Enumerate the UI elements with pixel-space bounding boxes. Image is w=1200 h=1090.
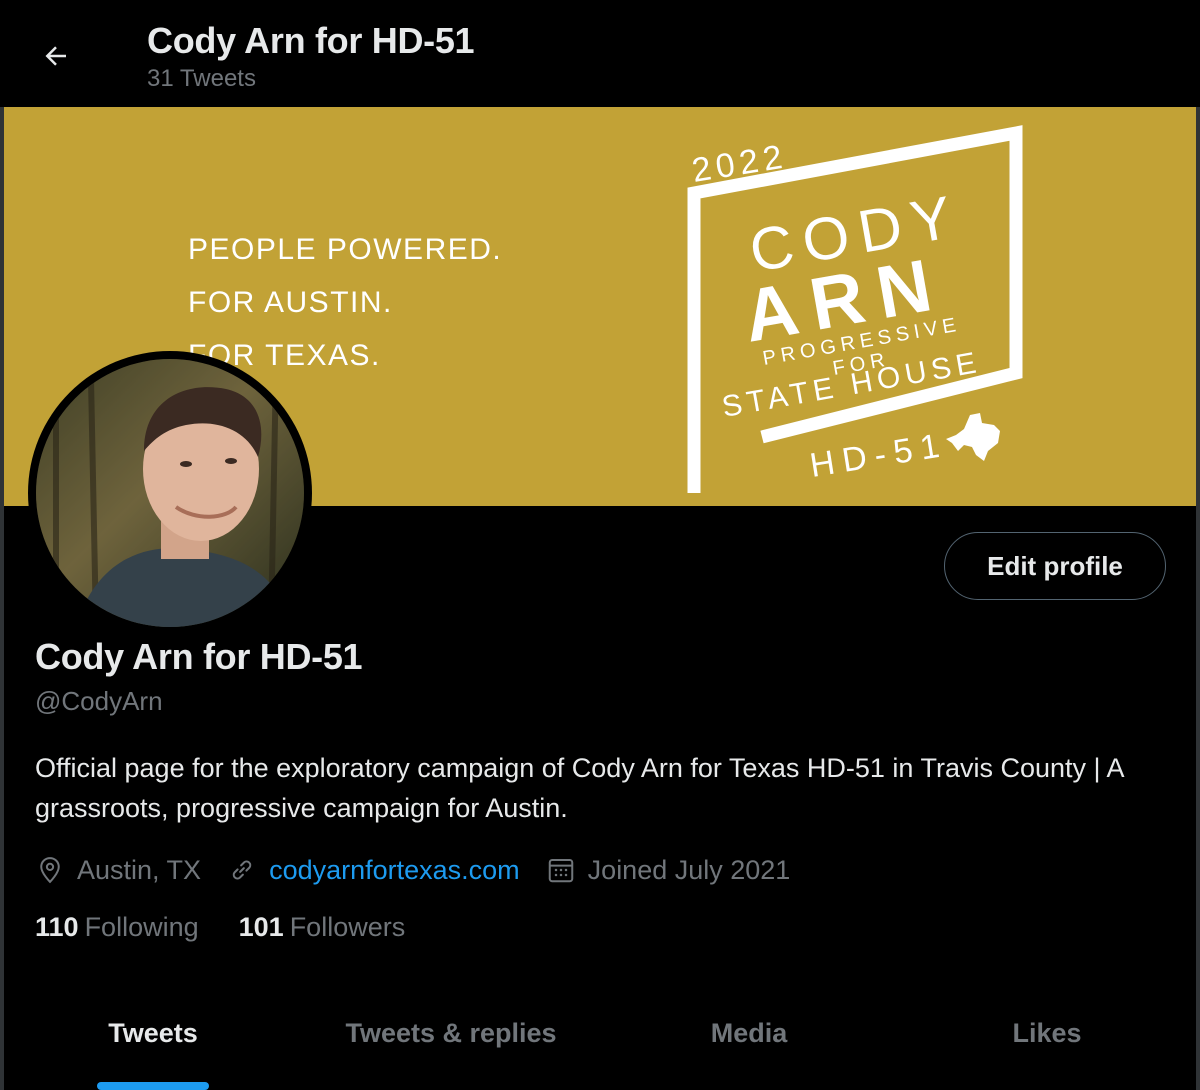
slogan-line: FOR AUSTIN. <box>188 286 393 319</box>
website-link[interactable]: codyarnfortexas.com <box>269 855 520 886</box>
logo-district: HD-51 <box>807 426 949 485</box>
tab-label: Tweets & replies <box>345 1018 557 1048</box>
banner-slogan: PEOPLE POWERED. FOR AUSTIN. FOR TEXAS. <box>188 223 502 382</box>
followers-count: 101 <box>238 912 284 942</box>
following-link[interactable]: 110 Following <box>35 912 199 943</box>
location-text: Austin, TX <box>77 854 202 885</box>
joined-text: Joined July 2021 <box>587 854 791 885</box>
tab-media[interactable]: Media <box>600 990 898 1090</box>
website-item[interactable]: codyarnfortexas.com <box>227 855 520 886</box>
tab-label: Tweets <box>108 1018 198 1048</box>
campaign-logo: 2022 CODY ARN PROGRESSIVE FOR STATE HOUS… <box>687 125 1023 493</box>
tab-likes[interactable]: Likes <box>898 990 1196 1090</box>
tab-label: Media <box>710 1018 788 1048</box>
profile-handle: @CodyArn <box>35 686 163 716</box>
page-title: Cody Arn for HD-51 <box>147 20 475 61</box>
back-button[interactable] <box>30 30 82 82</box>
profile-tabs: Tweets Tweets & replies Media Likes <box>4 990 1196 1090</box>
tab-tweets-replies[interactable]: Tweets & replies <box>302 990 600 1090</box>
following-count: 110 <box>35 912 79 942</box>
profile-display-name: Cody Arn for HD-51 <box>35 636 363 677</box>
followers-label: Followers <box>289 912 406 942</box>
slogan-line: PEOPLE POWERED. <box>188 233 503 266</box>
tab-label: Likes <box>1012 1018 1082 1048</box>
avatar[interactable] <box>28 351 312 635</box>
followers-link[interactable]: 101 Followers <box>239 912 406 943</box>
joined-item: Joined July 2021 <box>546 854 791 886</box>
link-icon <box>232 860 252 880</box>
active-tab-indicator <box>97 1082 209 1090</box>
location-item: Austin, TX <box>35 855 201 886</box>
profile-bio: Official page for the exploratory campai… <box>35 753 1124 823</box>
back-arrow-icon <box>45 46 66 66</box>
follow-stats: 110 Following 101 Followers <box>35 912 445 943</box>
following-label: Following <box>84 912 199 942</box>
edit-profile-button[interactable]: Edit profile <box>944 532 1166 600</box>
tweet-count: 31 Tweets <box>147 65 256 92</box>
texas-state-icon <box>946 413 1000 461</box>
avatar-photo <box>36 359 304 627</box>
calendar-icon <box>548 859 573 883</box>
location-pin-icon <box>40 857 60 884</box>
profile-meta: Austin, TX codyarnfortexas.com Joined Ju… <box>35 850 816 890</box>
tab-tweets[interactable]: Tweets <box>4 990 302 1090</box>
top-bar: Cody Arn for HD-51 31 Tweets <box>0 0 1200 107</box>
